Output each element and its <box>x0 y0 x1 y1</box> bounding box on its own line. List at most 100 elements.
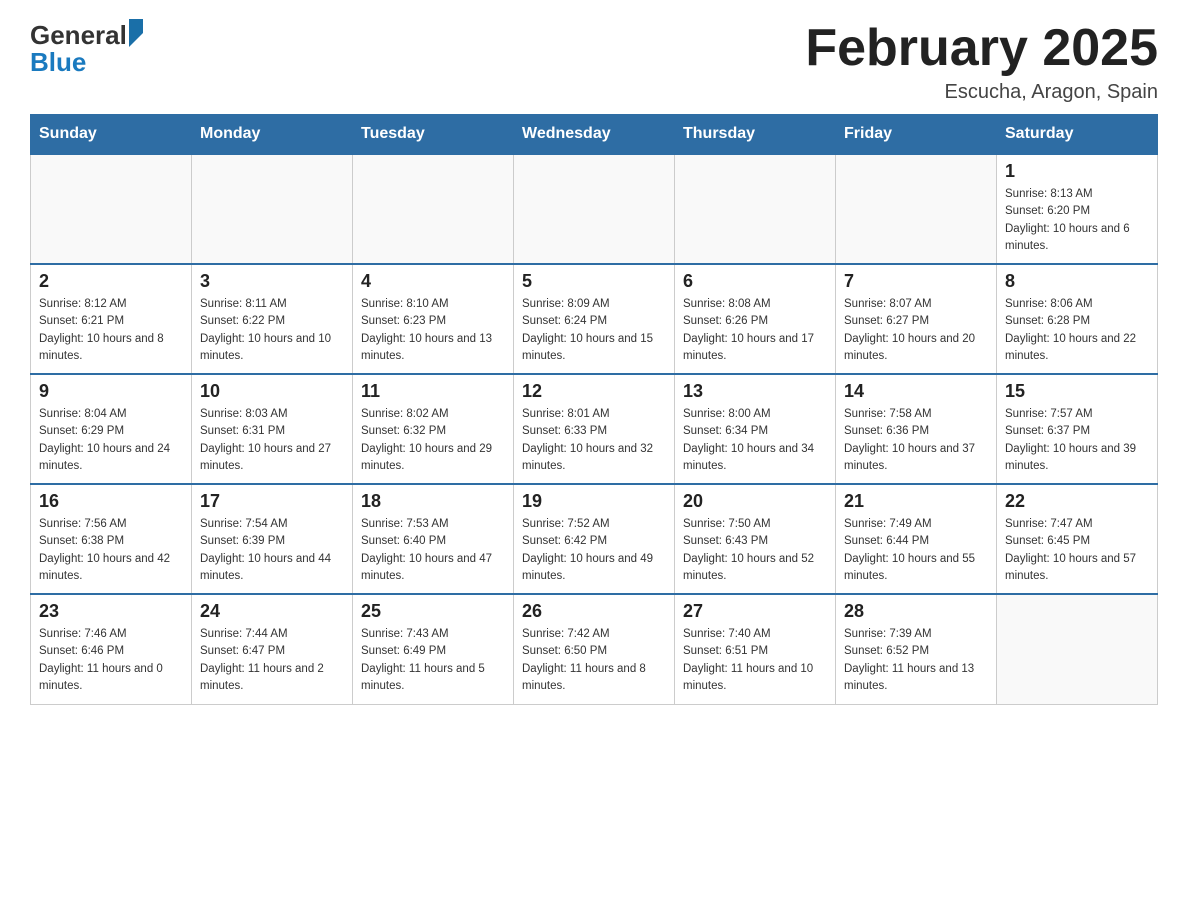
weekday-header-tuesday: Tuesday <box>353 115 514 155</box>
calendar-cell: 23 Sunrise: 7:46 AMSunset: 6:46 PMDayligh… <box>31 594 192 704</box>
day-number: 7 <box>844 271 988 292</box>
weekday-header-thursday: Thursday <box>675 115 836 155</box>
calendar-cell: 27 Sunrise: 7:40 AMSunset: 6:51 PMDayligh… <box>675 594 836 704</box>
day-info: Sunrise: 7:58 AMSunset: 6:36 PMDaylight:… <box>844 406 988 475</box>
day-info: Sunrise: 8:04 AMSunset: 6:29 PMDaylight:… <box>39 406 183 475</box>
calendar-cell: 13Sunrise: 8:00 AMSunset: 6:34 PMDayligh… <box>675 374 836 484</box>
calendar-table: SundayMondayTuesdayWednesdayThursdayFrid… <box>30 114 1158 705</box>
week-row-4: 16 Sunrise: 7:56 AMSunset: 6:38 PMDayligh… <box>31 484 1158 594</box>
calendar-cell: 28 Sunrise: 7:39 AMSunset: 6:52 PMDayligh… <box>836 594 997 704</box>
day-number: 19 <box>522 491 666 512</box>
calendar-cell: 19 Sunrise: 7:52 AMSunset: 6:42 PMDayligh… <box>514 484 675 594</box>
day-number: 12 <box>522 381 666 402</box>
calendar-cell: 22Sunrise: 7:47 AMSunset: 6:45 PMDayligh… <box>997 484 1158 594</box>
day-info: Sunrise: 8:00 AMSunset: 6:34 PMDaylight:… <box>683 406 827 475</box>
day-number: 24 <box>200 601 344 622</box>
calendar-cell: 24 Sunrise: 7:44 AMSunset: 6:47 PMDayligh… <box>192 594 353 704</box>
day-info: Sunrise: 8:08 AMSunset: 6:26 PMDaylight:… <box>683 296 827 365</box>
calendar-cell <box>836 154 997 264</box>
day-info: Sunrise: 7:40 AMSunset: 6:51 PMDaylight:… <box>683 626 827 695</box>
calendar-cell: 15 Sunrise: 7:57 AMSunset: 6:37 PMDayligh… <box>997 374 1158 484</box>
calendar-cell: 1 Sunrise: 8:13 AMSunset: 6:20 PMDaylight… <box>997 154 1158 264</box>
day-info: Sunrise: 7:56 AMSunset: 6:38 PMDaylight:… <box>39 516 183 585</box>
day-number: 14 <box>844 381 988 402</box>
logo: General Blue <box>30 20 143 78</box>
calendar-cell: 11 Sunrise: 8:02 AMSunset: 6:32 PMDayligh… <box>353 374 514 484</box>
calendar-cell: 2 Sunrise: 8:12 AMSunset: 6:21 PMDaylight… <box>31 264 192 374</box>
day-info: Sunrise: 7:47 AMSunset: 6:45 PMDaylight:… <box>1005 516 1149 585</box>
day-info: Sunrise: 7:57 AMSunset: 6:37 PMDaylight:… <box>1005 406 1149 475</box>
page-header: General Blue February 2025 Escucha, Arag… <box>30 20 1158 104</box>
day-info: Sunrise: 8:12 AMSunset: 6:21 PMDaylight:… <box>39 296 183 365</box>
day-info: Sunrise: 8:07 AMSunset: 6:27 PMDaylight:… <box>844 296 988 365</box>
day-info: Sunrise: 7:44 AMSunset: 6:47 PMDaylight:… <box>200 626 344 695</box>
day-number: 21 <box>844 491 988 512</box>
calendar-title: February 2025 <box>805 20 1158 77</box>
calendar-cell: 4Sunrise: 8:10 AMSunset: 6:23 PMDaylight… <box>353 264 514 374</box>
day-info: Sunrise: 7:46 AMSunset: 6:46 PMDaylight:… <box>39 626 183 695</box>
calendar-cell <box>192 154 353 264</box>
day-info: Sunrise: 7:53 AMSunset: 6:40 PMDaylight:… <box>361 516 505 585</box>
calendar-cell: 7 Sunrise: 8:07 AMSunset: 6:27 PMDaylight… <box>836 264 997 374</box>
day-info: Sunrise: 8:02 AMSunset: 6:32 PMDaylight:… <box>361 406 505 475</box>
day-info: Sunrise: 7:43 AMSunset: 6:49 PMDaylight:… <box>361 626 505 695</box>
day-number: 26 <box>522 601 666 622</box>
calendar-cell <box>514 154 675 264</box>
logo-blue-text: Blue <box>30 47 86 78</box>
day-info: Sunrise: 8:03 AMSunset: 6:31 PMDaylight:… <box>200 406 344 475</box>
day-number: 27 <box>683 601 827 622</box>
calendar-cell: 26 Sunrise: 7:42 AMSunset: 6:50 PMDayligh… <box>514 594 675 704</box>
calendar-cell: 16 Sunrise: 7:56 AMSunset: 6:38 PMDayligh… <box>31 484 192 594</box>
day-number: 17 <box>200 491 344 512</box>
day-number: 16 <box>39 491 183 512</box>
location-subtitle: Escucha, Aragon, Spain <box>805 81 1158 104</box>
calendar-cell: 18 Sunrise: 7:53 AMSunset: 6:40 PMDayligh… <box>353 484 514 594</box>
day-number: 28 <box>844 601 988 622</box>
weekday-header-sunday: Sunday <box>31 115 192 155</box>
day-number: 8 <box>1005 271 1149 292</box>
calendar-cell: 25 Sunrise: 7:43 AMSunset: 6:49 PMDayligh… <box>353 594 514 704</box>
day-number: 15 <box>1005 381 1149 402</box>
day-info: Sunrise: 7:39 AMSunset: 6:52 PMDaylight:… <box>844 626 988 695</box>
day-info: Sunrise: 7:49 AMSunset: 6:44 PMDaylight:… <box>844 516 988 585</box>
day-number: 2 <box>39 271 183 292</box>
weekday-header-monday: Monday <box>192 115 353 155</box>
day-number: 1 <box>1005 161 1149 182</box>
day-number: 5 <box>522 271 666 292</box>
calendar-cell <box>997 594 1158 704</box>
day-info: Sunrise: 8:06 AMSunset: 6:28 PMDaylight:… <box>1005 296 1149 365</box>
day-info: Sunrise: 7:42 AMSunset: 6:50 PMDaylight:… <box>522 626 666 695</box>
calendar-cell <box>31 154 192 264</box>
calendar-cell: 9 Sunrise: 8:04 AMSunset: 6:29 PMDaylight… <box>31 374 192 484</box>
day-number: 6 <box>683 271 827 292</box>
calendar-cell: 20Sunrise: 7:50 AMSunset: 6:43 PMDayligh… <box>675 484 836 594</box>
day-info: Sunrise: 7:52 AMSunset: 6:42 PMDaylight:… <box>522 516 666 585</box>
day-info: Sunrise: 8:10 AMSunset: 6:23 PMDaylight:… <box>361 296 505 365</box>
calendar-cell: 21 Sunrise: 7:49 AMSunset: 6:44 PMDayligh… <box>836 484 997 594</box>
day-info: Sunrise: 8:01 AMSunset: 6:33 PMDaylight:… <box>522 406 666 475</box>
day-number: 25 <box>361 601 505 622</box>
title-section: February 2025 Escucha, Aragon, Spain <box>805 20 1158 104</box>
day-info: Sunrise: 7:54 AMSunset: 6:39 PMDaylight:… <box>200 516 344 585</box>
calendar-cell: 8 Sunrise: 8:06 AMSunset: 6:28 PMDaylight… <box>997 264 1158 374</box>
weekday-header-saturday: Saturday <box>997 115 1158 155</box>
day-number: 3 <box>200 271 344 292</box>
day-info: Sunrise: 8:11 AMSunset: 6:22 PMDaylight:… <box>200 296 344 365</box>
week-row-1: 1 Sunrise: 8:13 AMSunset: 6:20 PMDaylight… <box>31 154 1158 264</box>
calendar-cell <box>675 154 836 264</box>
day-info: Sunrise: 7:50 AMSunset: 6:43 PMDaylight:… <box>683 516 827 585</box>
day-number: 23 <box>39 601 183 622</box>
week-row-2: 2 Sunrise: 8:12 AMSunset: 6:21 PMDaylight… <box>31 264 1158 374</box>
calendar-cell <box>353 154 514 264</box>
calendar-cell: 5Sunrise: 8:09 AMSunset: 6:24 PMDaylight… <box>514 264 675 374</box>
day-number: 18 <box>361 491 505 512</box>
day-number: 9 <box>39 381 183 402</box>
calendar-cell: 10Sunrise: 8:03 AMSunset: 6:31 PMDayligh… <box>192 374 353 484</box>
weekday-header-wednesday: Wednesday <box>514 115 675 155</box>
day-info: Sunrise: 8:13 AMSunset: 6:20 PMDaylight:… <box>1005 186 1149 255</box>
day-number: 11 <box>361 381 505 402</box>
calendar-cell: 14 Sunrise: 7:58 AMSunset: 6:36 PMDayligh… <box>836 374 997 484</box>
calendar-cell: 12 Sunrise: 8:01 AMSunset: 6:33 PMDayligh… <box>514 374 675 484</box>
logo-arrow-icon <box>129 19 143 47</box>
week-row-5: 23 Sunrise: 7:46 AMSunset: 6:46 PMDayligh… <box>31 594 1158 704</box>
